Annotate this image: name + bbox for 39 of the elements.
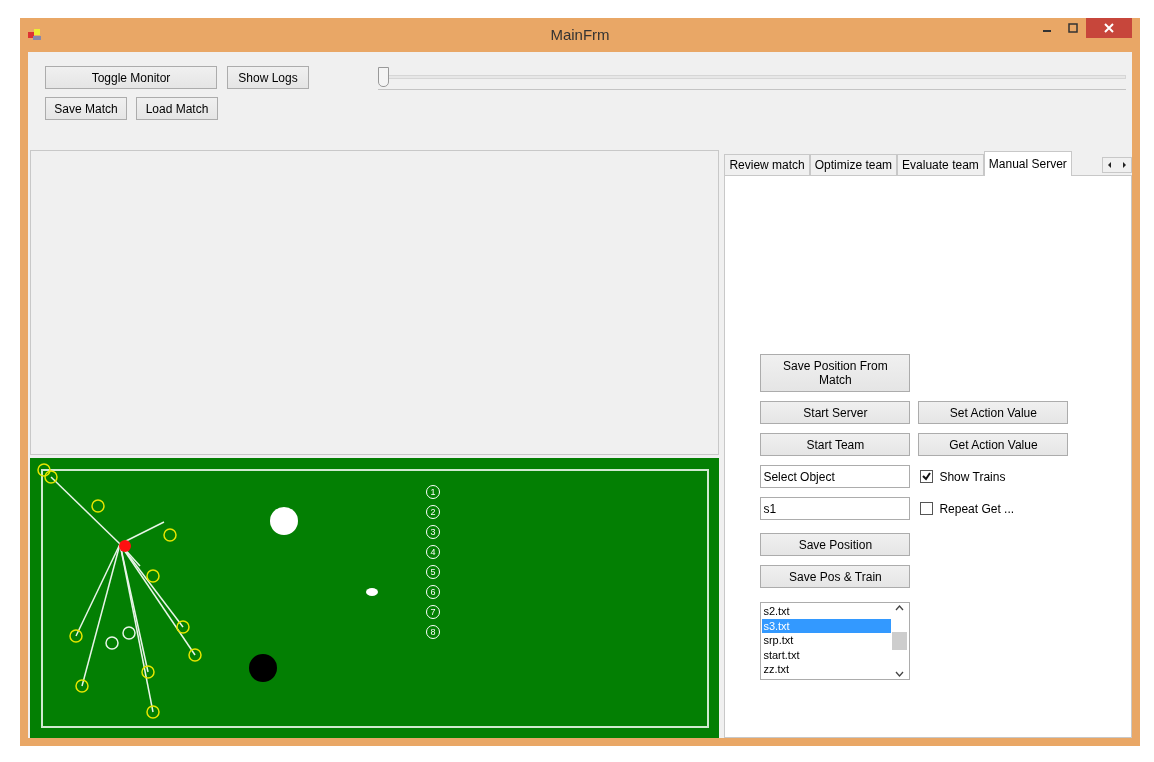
button[interactable]: Save Match: [45, 97, 127, 120]
maximize-icon: [1068, 23, 1078, 33]
button[interactable]: Save Position From Match: [760, 354, 911, 392]
scroll-down-icon[interactable]: [895, 669, 905, 678]
close-icon: [1104, 23, 1114, 33]
button[interactable]: Start Server: [760, 401, 911, 424]
slider-thumb[interactable]: [378, 67, 389, 87]
tab[interactable]: Review match: [724, 154, 810, 175]
window-title: MainFrm: [550, 24, 610, 45]
button[interactable]: Set Action Value: [918, 401, 1069, 424]
file-item[interactable]: srp.txt: [762, 633, 892, 648]
scrollbar[interactable]: [891, 604, 909, 678]
button[interactable]: Show Logs: [227, 66, 309, 89]
input-field[interactable]: Select Object: [760, 465, 911, 488]
checkbox[interactable]: Repeat Get ...: [920, 499, 1015, 518]
file-item[interactable]: zz.txt: [762, 662, 892, 677]
checkmark-icon: [922, 472, 932, 481]
button[interactable]: Get Action Value: [918, 433, 1069, 456]
ball: [366, 588, 378, 596]
app-icon: [28, 29, 42, 41]
home-team-cluster: [270, 507, 298, 535]
file-item[interactable]: s2.txt: [762, 604, 892, 619]
checkbox[interactable]: Show Trains: [920, 467, 1006, 486]
scroll-up-icon[interactable]: [895, 604, 905, 613]
button[interactable]: Save Pos & Train: [760, 565, 911, 588]
input-field[interactable]: s1: [760, 497, 911, 520]
close-button[interactable]: [1086, 18, 1132, 38]
tab[interactable]: Optimize team: [809, 154, 898, 175]
tab[interactable]: Manual Server: [983, 151, 1072, 176]
button[interactable]: Start Team: [760, 433, 911, 456]
tab[interactable]: Evaluate team: [897, 154, 984, 175]
button[interactable]: Save Position: [760, 533, 911, 556]
away-team-cluster: [249, 654, 277, 682]
button[interactable]: Toggle Monitor: [45, 66, 217, 89]
button[interactable]: Load Match: [136, 97, 218, 120]
slider[interactable]: [378, 67, 1126, 91]
minimize-icon: [1043, 30, 1051, 32]
file-item[interactable]: start.txt: [762, 647, 892, 662]
scrollbar-thumb[interactable]: [892, 632, 908, 650]
